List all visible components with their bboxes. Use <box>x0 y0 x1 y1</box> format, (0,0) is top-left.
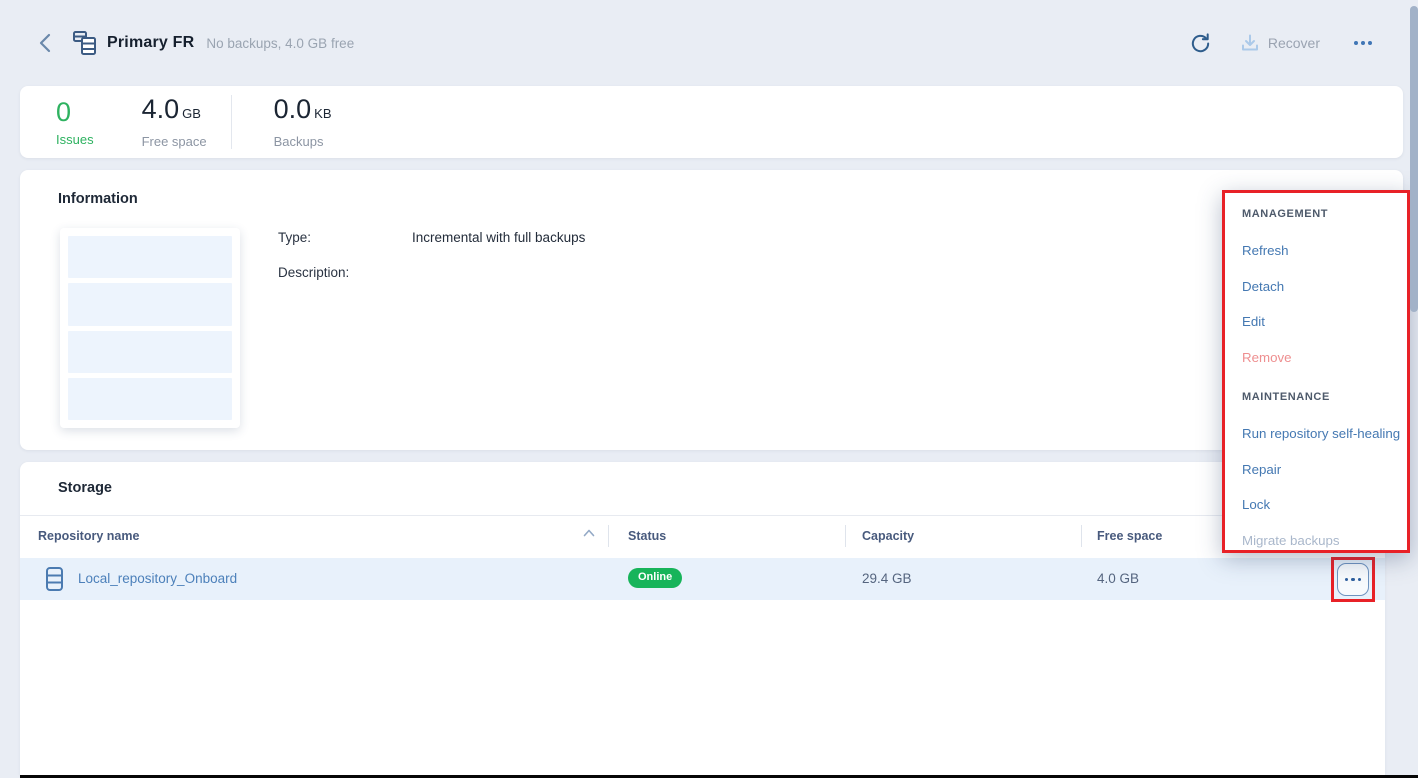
row-actions-button[interactable] <box>1337 563 1369 596</box>
table-header: Repository name Status Capacity Free spa… <box>20 516 1385 558</box>
information-title: Information <box>58 191 138 207</box>
chevron-left-icon <box>39 33 51 53</box>
info-fields: Type: Incremental with full backups Desc… <box>278 230 585 300</box>
column-free-space[interactable]: Free space <box>1097 529 1162 543</box>
info-row-type: Type: Incremental with full backups <box>278 230 585 245</box>
summary-card: 0 Issues 4.0GB Free space 0.0KB Backups <box>20 86 1403 158</box>
row-actions-menu: MANAGEMENT Refresh Detach Edit Remove MA… <box>1222 190 1410 553</box>
repository-name-link[interactable]: Local_repository_Onboard <box>78 571 237 586</box>
information-panel: Information Type: Incremental with full … <box>20 170 1403 450</box>
backups-value: 0.0 <box>274 94 312 124</box>
download-icon <box>1240 33 1260 53</box>
status-badge: Online <box>628 568 682 588</box>
menu-item-refresh[interactable]: Refresh <box>1242 243 1289 259</box>
menu-item-run-self-healing[interactable]: Run repository self-healing <box>1242 426 1400 442</box>
menu-item-remove[interactable]: Remove <box>1242 350 1292 366</box>
menu-item-edit[interactable]: Edit <box>1242 314 1265 330</box>
capacity-value: 29.4 GB <box>862 571 912 586</box>
column-divider <box>1081 525 1082 547</box>
issues-metric: 0 Issues <box>56 98 94 147</box>
menu-item-repair[interactable]: Repair <box>1242 462 1281 478</box>
menu-section-maintenance: MAINTENANCE <box>1242 389 1330 405</box>
repository-row-icon <box>44 566 65 593</box>
column-divider <box>608 525 609 547</box>
backups-metric: 0.0KB Backups <box>274 95 332 149</box>
page-subtitle: No backups, 4.0 GB free <box>206 36 354 51</box>
scrollbar-thumb[interactable] <box>1410 6 1418 312</box>
stats-divider <box>231 95 232 149</box>
recover-label: Recover <box>1268 35 1320 51</box>
issues-label: Issues <box>56 132 94 147</box>
description-label: Description: <box>278 265 412 280</box>
topbar: Primary FR No backups, 4.0 GB free Recov… <box>0 0 1418 86</box>
more-actions-button[interactable] <box>1352 35 1374 51</box>
refresh-button[interactable] <box>1188 30 1214 56</box>
menu-item-detach[interactable]: Detach <box>1242 279 1284 295</box>
free-space-unit: GB <box>182 106 201 121</box>
column-divider <box>845 525 846 547</box>
type-label: Type: <box>278 230 412 245</box>
menu-item-lock[interactable]: Lock <box>1242 497 1270 513</box>
free-space-value: 4.0 GB <box>1097 571 1139 586</box>
repository-illustration <box>60 228 240 428</box>
page-title: Primary FR <box>107 34 194 52</box>
ellipsis-icon <box>1345 578 1349 582</box>
recover-button[interactable]: Recover <box>1240 33 1320 53</box>
column-capacity[interactable]: Capacity <box>862 529 914 543</box>
backups-unit: KB <box>314 106 331 121</box>
info-row-description: Description: <box>278 265 585 280</box>
column-repository-name[interactable]: Repository name <box>38 529 139 543</box>
repository-details-page: Primary FR No backups, 4.0 GB free Recov… <box>0 0 1418 778</box>
storage-panel: Storage Repository name Status Capacity … <box>20 462 1385 775</box>
free-space-metric: 4.0GB Free space <box>142 95 207 149</box>
storage-title: Storage <box>58 480 112 496</box>
refresh-icon <box>1189 32 1212 55</box>
free-space-value: 4.0 <box>142 94 180 124</box>
repository-icon <box>72 30 97 56</box>
sort-ascending-icon <box>583 529 595 537</box>
issues-value: 0 <box>56 98 94 126</box>
menu-item-migrate-backups[interactable]: Migrate backups <box>1242 533 1340 549</box>
table-row[interactable]: Local_repository_Onboard Online 29.4 GB … <box>20 558 1385 600</box>
type-value: Incremental with full backups <box>412 230 585 245</box>
free-space-label: Free space <box>142 134 207 149</box>
ellipsis-icon <box>1354 41 1358 45</box>
back-button[interactable] <box>34 32 56 54</box>
column-status[interactable]: Status <box>628 529 666 543</box>
menu-section-management: MANAGEMENT <box>1242 206 1328 222</box>
backups-label: Backups <box>274 134 332 149</box>
